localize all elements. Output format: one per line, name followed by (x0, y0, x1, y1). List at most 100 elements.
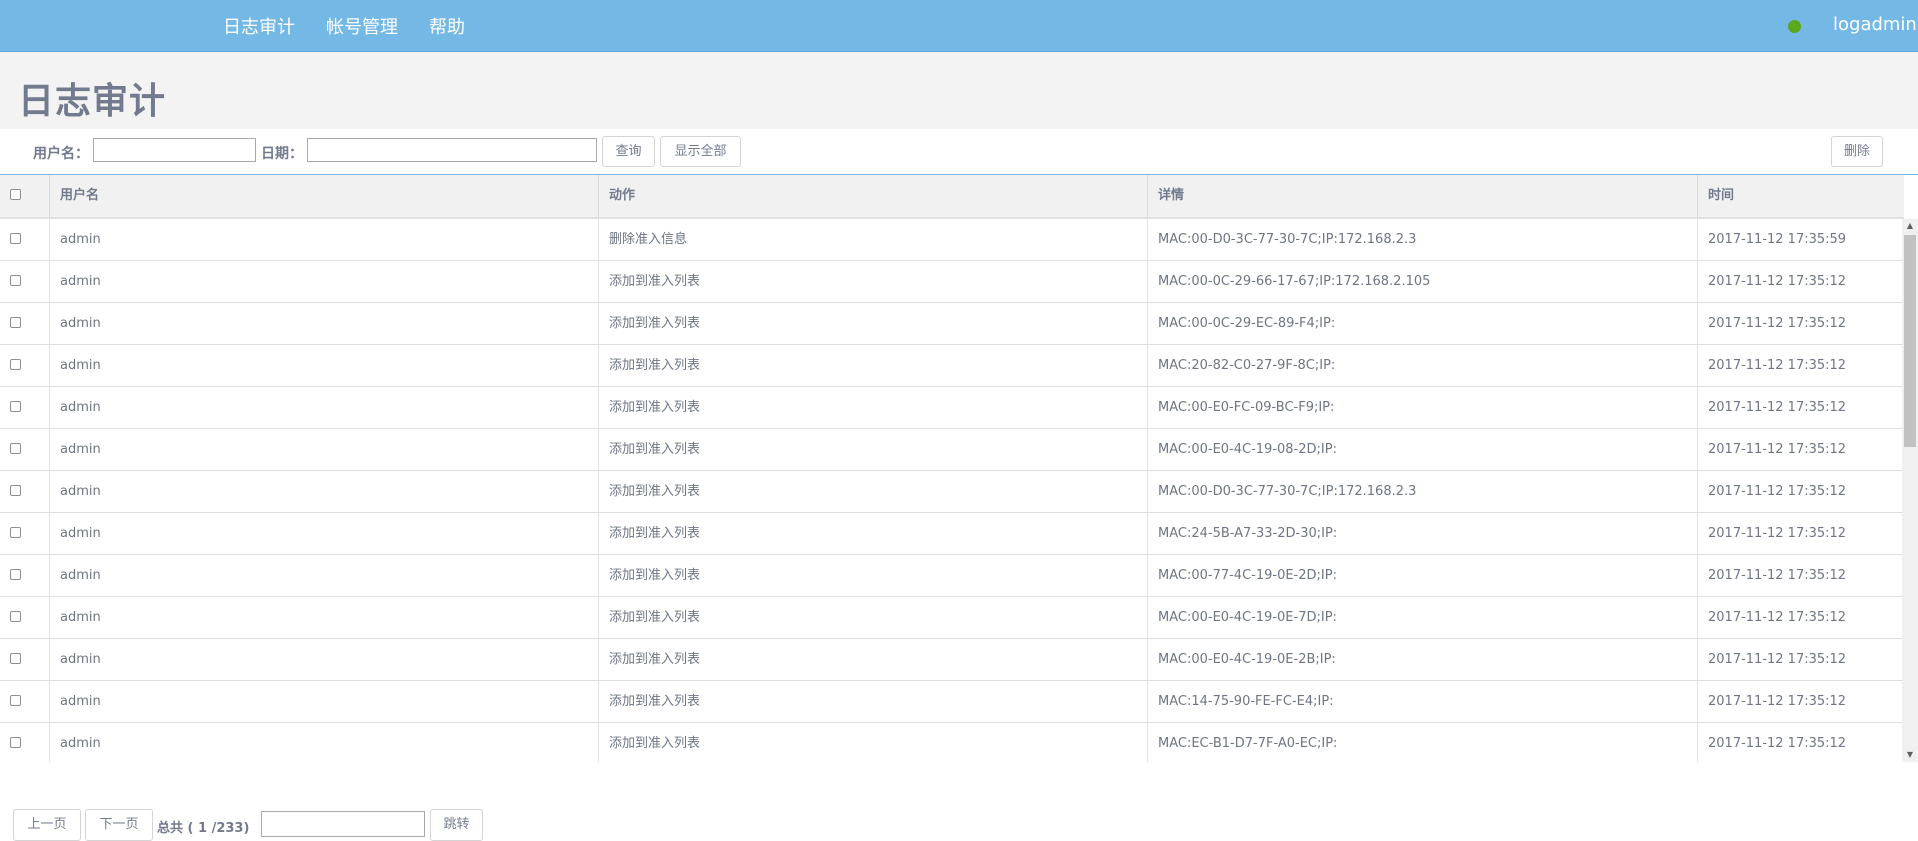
header-time[interactable]: 时间 (1697, 175, 1903, 217)
table-row[interactable]: admin 添加到准入列表 MAC:00-E0-4C-19-0E-7D;IP: 201… (0, 597, 1902, 639)
header-username[interactable]: 用户名 (49, 175, 598, 217)
table-row[interactable]: admin 添加到准入列表 MAC:EC-B1-D7-7F-A0-EC;IP: 201… (0, 723, 1902, 762)
row-select-cell (0, 471, 49, 512)
table-row[interactable]: admin 添加到准入列表 MAC:14-75-90-FE-FC-E4;IP: 201… (0, 681, 1902, 723)
cell-username: admin (49, 555, 598, 596)
row-select-cell (0, 597, 49, 638)
cell-time: 2017-11-12 17:35:12 (1697, 429, 1902, 470)
cell-action: 添加到准入列表 (598, 471, 1147, 512)
cell-time: 2017-11-12 17:35:12 (1697, 513, 1902, 554)
query-button[interactable]: 查询 (602, 136, 655, 167)
date-label: 日期： (261, 146, 303, 162)
cell-username: admin (49, 471, 598, 512)
cell-time: 2017-11-12 17:35:12 (1697, 597, 1902, 638)
table-body: admin 删除准入信息 MAC:00-D0-3C-77-30-7C;IP:172.… (0, 219, 1902, 762)
cell-action: 添加到准入列表 (598, 429, 1147, 470)
header-select-cell (0, 175, 49, 217)
prev-page-button[interactable]: 上一页 (13, 809, 81, 841)
table-header: 用户名 动作 详情 时间 (0, 175, 1904, 219)
row-select-cell (0, 429, 49, 470)
page-count: 总共 ( 1 /233) (157, 821, 250, 836)
row-checkbox[interactable] (10, 359, 21, 370)
cell-action: 添加到准入列表 (598, 723, 1147, 762)
cell-username: admin (49, 219, 598, 260)
jump-page-input[interactable] (261, 811, 425, 837)
scrollbar-thumb[interactable] (1904, 235, 1916, 447)
table-row[interactable]: admin 添加到准入列表 MAC:00-0C-29-EC-89-F4;IP: 201… (0, 303, 1902, 345)
cell-detail: MAC:00-0C-29-66-17-67;IP:172.168.2.105 (1147, 261, 1697, 302)
main-nav: 日志审计 帐号管理 帮助 (223, 0, 496, 51)
scroll-up-icon[interactable]: ▲ (1902, 219, 1918, 233)
row-select-cell (0, 513, 49, 554)
table-scrollbar[interactable]: ▲ ▼ (1902, 219, 1918, 762)
cell-time: 2017-11-12 17:35:12 (1697, 639, 1902, 680)
cell-detail: MAC:EC-B1-D7-7F-A0-EC;IP: (1147, 723, 1697, 762)
row-checkbox[interactable] (10, 275, 21, 286)
cell-username: admin (49, 387, 598, 428)
table-row[interactable]: admin 添加到准入列表 MAC:00-E0-4C-19-0E-2B;IP: 201… (0, 639, 1902, 681)
date-input[interactable] (307, 138, 597, 162)
row-checkbox[interactable] (10, 401, 21, 412)
table-row[interactable]: admin 添加到准入列表 MAC:00-77-4C-19-0E-2D;IP: 201… (0, 555, 1902, 597)
username-input[interactable] (93, 138, 256, 162)
cell-detail: MAC:00-D0-3C-77-30-7C;IP:172.168.2.3 (1147, 471, 1697, 512)
row-checkbox[interactable] (10, 737, 21, 748)
row-select-cell (0, 723, 49, 762)
row-select-cell (0, 681, 49, 722)
cell-detail: MAC:00-E0-4C-19-0E-2B;IP: (1147, 639, 1697, 680)
cell-detail: MAC:24-5B-A7-33-2D-30;IP: (1147, 513, 1697, 554)
header-detail[interactable]: 详情 (1147, 175, 1697, 217)
nav-item-help[interactable]: 帮助 (429, 13, 465, 39)
cell-detail: MAC:00-E0-4C-19-08-2D;IP: (1147, 429, 1697, 470)
cell-time: 2017-11-12 17:35:12 (1697, 303, 1902, 344)
row-checkbox[interactable] (10, 485, 21, 496)
nav-item-account-management[interactable]: 帐号管理 (326, 13, 398, 39)
jump-button[interactable]: 跳转 (430, 809, 483, 841)
table-row[interactable]: admin 添加到准入列表 MAC:24-5B-A7-33-2D-30;IP: 201… (0, 513, 1902, 555)
cell-detail: MAC:00-E0-4C-19-0E-7D;IP: (1147, 597, 1697, 638)
nav-item-log-audit[interactable]: 日志审计 (223, 13, 295, 39)
row-select-cell (0, 219, 49, 260)
cell-username: admin (49, 303, 598, 344)
cell-username: admin (49, 681, 598, 722)
row-checkbox[interactable] (10, 443, 21, 454)
row-select-cell (0, 261, 49, 302)
row-select-cell (0, 387, 49, 428)
cell-action: 添加到准入列表 (598, 345, 1147, 386)
row-checkbox[interactable] (10, 569, 21, 580)
row-checkbox[interactable] (10, 527, 21, 538)
search-toolbar: 用户名： 日期： 查询 显示全部 删除 (0, 129, 1918, 175)
delete-button[interactable]: 删除 (1831, 136, 1883, 167)
log-table: 用户名 动作 详情 时间 admin 删除准入信息 MAC:00-D0-3C-77-… (0, 175, 1918, 762)
select-all-checkbox[interactable] (10, 189, 21, 200)
table-row[interactable]: admin 添加到准入列表 MAC:00-0C-29-66-17-67;IP:172… (0, 261, 1902, 303)
cell-username: admin (49, 723, 598, 762)
page-title: 日志审计 (18, 81, 167, 122)
username-label: 用户名： (33, 146, 89, 162)
cell-action: 添加到准入列表 (598, 513, 1147, 554)
scroll-down-icon[interactable]: ▼ (1902, 748, 1918, 762)
cell-username: admin (49, 429, 598, 470)
row-checkbox[interactable] (10, 611, 21, 622)
row-checkbox[interactable] (10, 653, 21, 664)
header-action[interactable]: 动作 (598, 175, 1147, 217)
cell-detail: MAC:14-75-90-FE-FC-E4;IP: (1147, 681, 1697, 722)
row-select-cell (0, 303, 49, 344)
row-checkbox[interactable] (10, 317, 21, 328)
cell-detail: MAC:00-D0-3C-77-30-7C;IP:172.168.2.3 (1147, 219, 1697, 260)
table-row[interactable]: admin 添加到准入列表 MAC:00-E0-4C-19-08-2D;IP: 201… (0, 429, 1902, 471)
cell-time: 2017-11-12 17:35:12 (1697, 555, 1902, 596)
current-user[interactable]: logadmin (1833, 14, 1917, 35)
next-page-button[interactable]: 下一页 (85, 809, 153, 841)
table-row[interactable]: admin 添加到准入列表 MAC:20-82-C0-27-9F-8C;IP: 201… (0, 345, 1902, 387)
table-row[interactable]: admin 添加到准入列表 MAC:00-D0-3C-77-30-7C;IP:172… (0, 471, 1902, 513)
cell-time: 2017-11-12 17:35:12 (1697, 387, 1902, 428)
table-row[interactable]: admin 删除准入信息 MAC:00-D0-3C-77-30-7C;IP:172.… (0, 219, 1902, 261)
cell-action: 添加到准入列表 (598, 303, 1147, 344)
table-row[interactable]: admin 添加到准入列表 MAC:00-E0-FC-09-BC-F9;IP: 201… (0, 387, 1902, 429)
cell-action: 删除准入信息 (598, 219, 1147, 260)
row-checkbox[interactable] (10, 695, 21, 706)
cell-detail: MAC:20-82-C0-27-9F-8C;IP: (1147, 345, 1697, 386)
row-checkbox[interactable] (10, 233, 21, 244)
show-all-button[interactable]: 显示全部 (660, 136, 741, 167)
